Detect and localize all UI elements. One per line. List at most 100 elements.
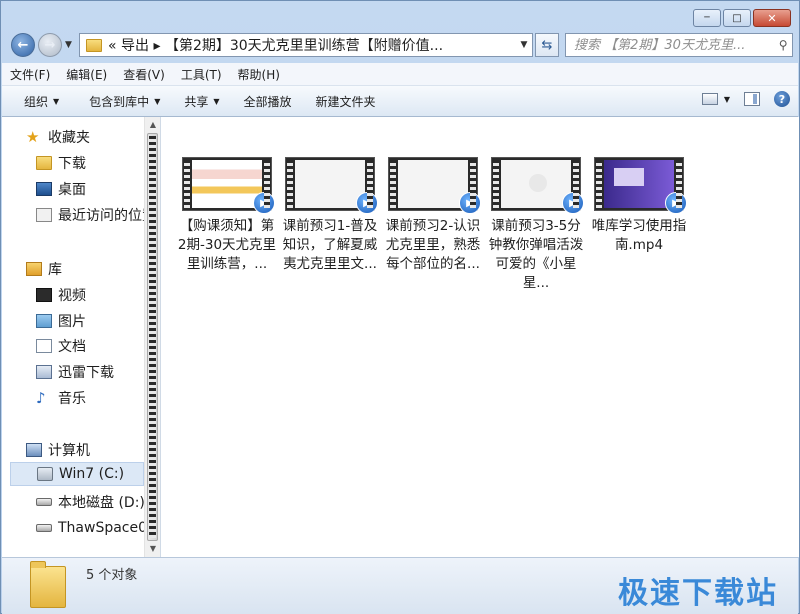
- search-box[interactable]: ⚲: [565, 33, 793, 57]
- star-icon: ★: [26, 128, 40, 146]
- nav-downloads-label: 下载: [58, 156, 86, 172]
- scroll-up-icon[interactable]: ▲: [145, 117, 160, 133]
- help-icon[interactable]: ?: [774, 91, 790, 107]
- folder-icon: [30, 561, 66, 608]
- file-name: 课前预习2-认识尤克里里，熟悉每个部位的名...: [385, 218, 481, 272]
- new-folder-label: 新建文件夹: [315, 94, 376, 109]
- file-item[interactable]: ▶ 课前预习2-认识尤克里里，熟悉每个部位的名...: [383, 157, 483, 293]
- media-player-icon: ▶: [459, 192, 481, 214]
- media-player-icon: ▶: [562, 192, 584, 214]
- include-in-library-button[interactable]: 包含到库中 ▼: [77, 93, 172, 110]
- share-button[interactable]: 共享 ▼: [172, 93, 231, 110]
- nav-scrollbar[interactable]: ▲ ▼: [144, 117, 160, 557]
- chevron-down-icon: ▼: [213, 96, 220, 106]
- download-library-icon: [36, 365, 52, 379]
- breadcrumb[interactable]: « 导出 ▸ 【第2期】30天尤克里里训练营【附赠价值...: [108, 35, 516, 55]
- preview-pane-icon[interactable]: [744, 92, 760, 106]
- search-input[interactable]: [572, 36, 775, 54]
- thumbnail-frame: [398, 160, 468, 208]
- nav-documents-label: 文档: [58, 339, 86, 355]
- nav-drive-d[interactable]: 本地磁盘 (D:): [36, 490, 145, 514]
- thumbnail-frame: [604, 160, 674, 208]
- system-drive-icon: [37, 467, 53, 481]
- nav-libraries[interactable]: 库: [26, 257, 62, 281]
- maximize-icon: □: [732, 12, 742, 24]
- menu-view[interactable]: 查看(V): [115, 66, 173, 83]
- watermark-logo: 极速下载站: [618, 576, 778, 611]
- refresh-button[interactable]: ⇆: [535, 33, 559, 57]
- chevron-down-icon: ▼: [53, 96, 60, 106]
- new-folder-button[interactable]: 新建文件夹: [304, 93, 388, 110]
- pictures-library-icon: [36, 314, 52, 328]
- nav-computer[interactable]: 计算机: [26, 438, 90, 462]
- file-item[interactable]: ▶ 课前预习3-5分钟教你弹唱活泼可爱的《小星星...: [486, 157, 586, 293]
- scroll-thumb[interactable]: [147, 133, 158, 541]
- change-view-button[interactable]: ▼: [701, 93, 730, 105]
- recent-pages-dropdown[interactable]: ▼: [65, 40, 72, 50]
- back-button[interactable]: ←: [11, 33, 35, 57]
- menu-tools[interactable]: 工具(T): [173, 66, 230, 83]
- menu-edit[interactable]: 编辑(E): [58, 66, 115, 83]
- nav-videos[interactable]: 视频: [36, 283, 86, 307]
- thumbnail-frame: [192, 160, 262, 208]
- minimize-button[interactable]: ─: [693, 9, 721, 27]
- minimize-icon: ─: [704, 13, 710, 23]
- address-dropdown-icon[interactable]: ▼: [516, 40, 532, 50]
- video-thumbnail: ▶: [491, 157, 584, 214]
- file-item[interactable]: ▶ 课前预习1-普及知识，了解夏威夷尤克里里文...: [280, 157, 380, 293]
- video-thumbnail: ▶: [388, 157, 481, 214]
- nav-xunlei-label: 迅雷下载: [58, 365, 114, 381]
- file-item[interactable]: ▶ 唯库学习使用指南.mp4: [589, 157, 689, 293]
- address-bar[interactable]: « 导出 ▸ 【第2期】30天尤克里里训练营【附赠价值... ▼: [79, 33, 533, 57]
- nav-recent[interactable]: 最近访问的位置: [36, 203, 156, 227]
- explorer-window: ─ □ ✕ ← → ▼ « 导出 ▸ 【第2期】30天尤克里里训练营【附赠价值.…: [0, 0, 800, 614]
- file-list: ▶ 【购课须知】第2期-30天尤克里里训练营，... ▶ 课前预习1-普及知识，…: [161, 117, 799, 557]
- nav-documents[interactable]: 文档: [36, 334, 86, 358]
- menu-file[interactable]: 文件(F): [2, 66, 58, 83]
- play-all-button[interactable]: 全部播放: [232, 93, 304, 110]
- nav-favorites-label: 收藏夹: [48, 130, 90, 146]
- navigation-bar: ← → ▼ « 导出 ▸ 【第2期】30天尤克里里训练营【附赠价值... ▼ ⇆…: [9, 31, 793, 59]
- library-icon: [26, 262, 42, 276]
- search-icon[interactable]: ⚲: [774, 38, 792, 52]
- nav-drive-c-label: Win7 (C:): [59, 466, 125, 482]
- music-note-icon: ♪: [36, 389, 46, 407]
- nav-favorites[interactable]: ★ 收藏夹: [26, 125, 90, 149]
- organize-button[interactable]: 组织 ▼: [12, 93, 71, 110]
- nav-xunlei[interactable]: 迅雷下载: [36, 360, 114, 384]
- file-name: 【购课须知】第2期-30天尤克里里训练营，...: [177, 218, 277, 272]
- media-player-icon: ▶: [253, 192, 275, 214]
- video-library-icon: [36, 288, 52, 302]
- command-toolbar: 组织 ▼ 包含到库中 ▼ 共享 ▼ 全部播放 新建文件夹 ▼ ?: [2, 86, 798, 117]
- close-icon: ✕: [767, 11, 777, 25]
- navigation-pane: ★ 收藏夹 下载 桌面 最近访问的位置 库 视频 图片 文档 迅雷下载 ♪ 音乐 计…: [2, 117, 161, 557]
- desktop-icon: [36, 182, 52, 196]
- maximize-button[interactable]: □: [723, 9, 751, 27]
- nav-recent-label: 最近访问的位置: [58, 208, 156, 224]
- close-button[interactable]: ✕: [753, 9, 791, 27]
- nav-drive-thaw[interactable]: ThawSpace0: [36, 516, 147, 540]
- scroll-down-icon[interactable]: ▼: [145, 541, 160, 557]
- nav-music[interactable]: ♪ 音乐: [36, 386, 86, 410]
- nav-desktop[interactable]: 桌面: [36, 177, 86, 201]
- include-in-library-label: 包含到库中: [89, 94, 150, 109]
- file-item[interactable]: ▶ 【购课须知】第2期-30天尤克里里训练营，...: [177, 157, 277, 293]
- thumbnail-frame: [295, 160, 365, 208]
- file-name: 唯库学习使用指南.mp4: [591, 218, 687, 253]
- media-player-icon: ▶: [356, 192, 378, 214]
- forward-button[interactable]: →: [38, 33, 62, 57]
- menu-help[interactable]: 帮助(H): [230, 66, 288, 83]
- nav-pictures[interactable]: 图片: [36, 309, 86, 333]
- folder-icon: [86, 38, 102, 52]
- hard-drive-icon: [36, 524, 52, 532]
- downloads-folder-icon: [36, 156, 52, 170]
- file-name: 课前预习3-5分钟教你弹唱活泼可爱的《小星星...: [488, 218, 584, 291]
- toolbar-right: ▼ ?: [701, 91, 790, 107]
- nav-downloads[interactable]: 下载: [36, 151, 86, 175]
- nav-music-label: 音乐: [58, 391, 86, 407]
- nav-videos-label: 视频: [58, 288, 86, 304]
- share-label: 共享: [184, 94, 209, 109]
- hard-drive-icon: [36, 498, 52, 506]
- details-pane: 5 个对象 极速下载站: [2, 557, 798, 614]
- nav-drive-c[interactable]: Win7 (C:): [10, 462, 144, 486]
